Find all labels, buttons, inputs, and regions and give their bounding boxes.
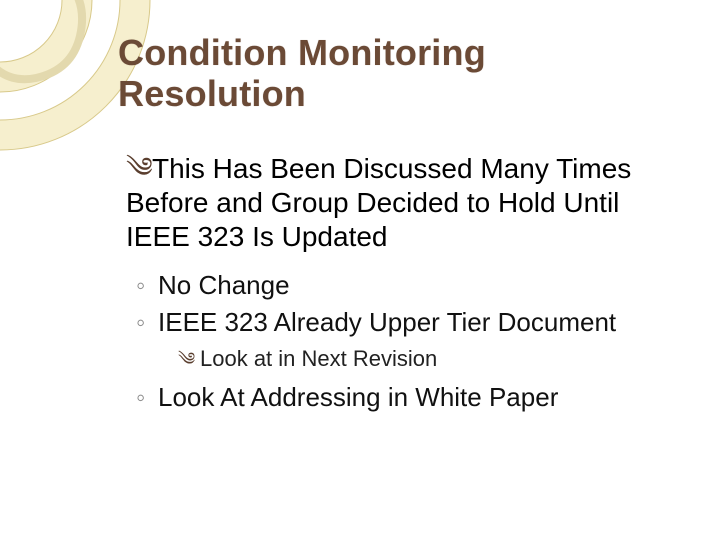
- bullet-ring-icon: ◦: [136, 305, 158, 340]
- bullet-lvl3: ༄Look at in Next Revision: [178, 344, 670, 374]
- bullet-lvl3-text: Look at in Next Revision: [200, 346, 437, 371]
- slide-body: ༄This Has Been Discussed Many Times Befo…: [126, 151, 670, 415]
- bullet-lvl2-text: IEEE 323 Already Upper Tier Document: [158, 307, 616, 337]
- bullet-lvl2: ◦IEEE 323 Already Upper Tier Document: [136, 305, 670, 340]
- bullet-lvl2-text: No Change: [158, 270, 290, 300]
- bullet-lvl2: ◦No Change: [136, 268, 670, 303]
- bullet-ring-icon: ◦: [136, 268, 158, 303]
- slide-title: Condition Monitoring Resolution: [118, 32, 680, 115]
- bullet-lvl1: ༄This Has Been Discussed Many Times Befo…: [126, 151, 670, 254]
- bullet-swirl-icon: ༄: [126, 151, 152, 185]
- bullet-lvl2-text: Look At Addressing in White Paper: [158, 382, 558, 412]
- bullet-ring-icon: ◦: [136, 380, 158, 415]
- slide: Condition Monitoring Resolution ༄This Ha…: [0, 0, 720, 540]
- bullet-lvl2: ◦Look At Addressing in White Paper: [136, 380, 670, 415]
- bullet-lvl1-text: This Has Been Discussed Many Times Befor…: [126, 153, 631, 252]
- bullet-swirl-icon: ༄: [178, 347, 200, 371]
